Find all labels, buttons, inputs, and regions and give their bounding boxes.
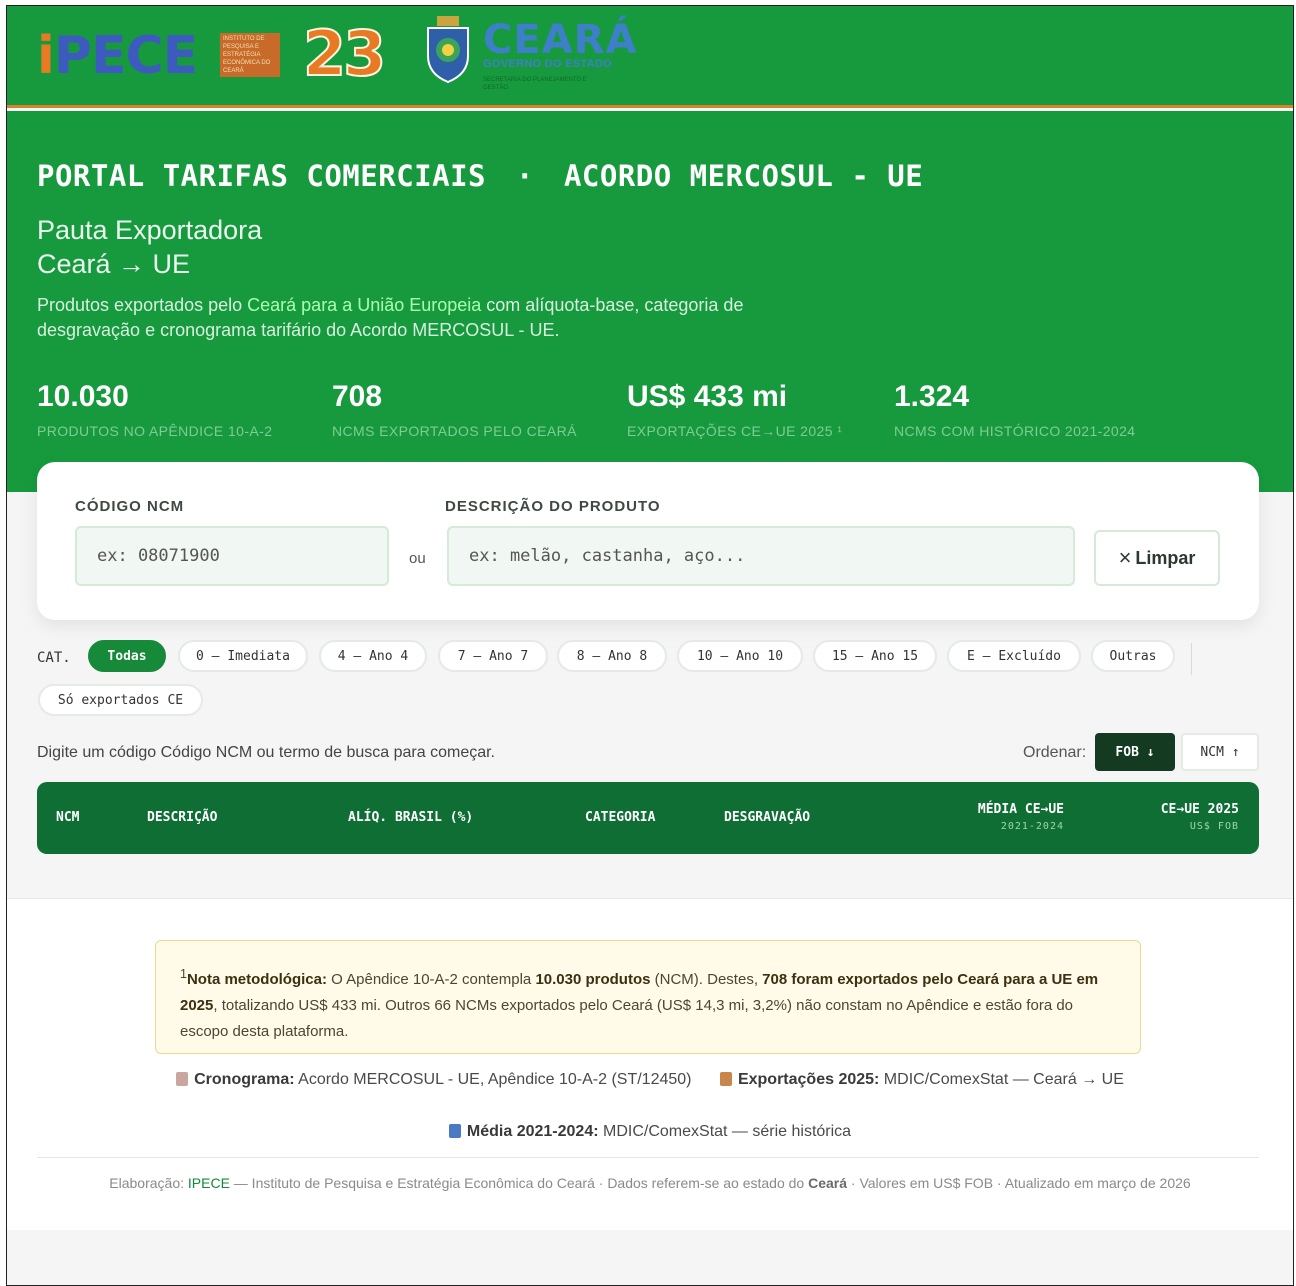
chip-ano-4[interactable]: 4 – Ano 4 — [319, 640, 427, 672]
description-label: DESCRIÇÃO DO PRODUTO — [445, 498, 661, 515]
col-aliquota[interactable]: ALÍQ. BRASIL (%) — [348, 810, 473, 825]
note-text: , totalizando US$ 433 mi. Outros 66 NCMs… — [180, 997, 1074, 1040]
source-text: MDIC/ComexStat — série histórica — [598, 1123, 852, 1140]
category-label: CAT. — [37, 650, 71, 666]
stat-ncms-exportados: 708 NCMS EXPORTADOS PELO CEARÁ — [332, 379, 577, 439]
source-title: Cronograma: — [194, 1071, 295, 1088]
or-label: ou — [409, 550, 426, 567]
col-media-label: MÉDIA CE→UE — [977, 802, 1064, 817]
desc-part-1: Produtos exportados pelo — [37, 295, 248, 315]
header-bar: iPECE INSTITUTO DE PESQUISA E ESTRATÉGIA… — [7, 6, 1293, 108]
page: iPECE INSTITUTO DE PESQUISA E ESTRATÉGIA… — [6, 5, 1294, 1286]
col-media[interactable]: MÉDIA CE→UE 2021-2024 — [978, 802, 1064, 832]
subtitle-pauta: Pauta Exportadora — [37, 215, 263, 245]
chip-divider — [1191, 643, 1192, 675]
clear-label: Limpar — [1135, 547, 1196, 568]
stat-value: US$ 433 mi — [627, 380, 788, 413]
stat-value: 708 — [332, 380, 383, 413]
ipece-logo[interactable]: iPECE — [37, 26, 198, 86]
sources-row: Cronograma: Acordo MERCOSUL - UE, Apêndi… — [7, 1071, 1293, 1089]
order-ncm-button[interactable]: NCM ↑ — [1181, 733, 1259, 771]
credits-ceara: Ceará — [808, 1175, 848, 1191]
note-text: (NCM). Destes, — [650, 971, 763, 988]
chip-todas[interactable]: Todas — [88, 640, 166, 672]
search-card: CÓDIGO NCM ex: 08071900 ou DESCRIÇÃO DO … — [37, 462, 1259, 620]
chip-ano-10[interactable]: 10 – Ano 10 — [677, 640, 803, 672]
order-fob-button[interactable]: FOB ↓ — [1095, 733, 1175, 771]
chip-imediata[interactable]: 0 – Imediata — [178, 640, 308, 672]
order-label: Ordenar: — [1023, 744, 1087, 761]
source-title: Média 2021-2024: — [466, 1123, 599, 1140]
secretaria-text: SECRETARIA DO PLANEJAMENTO E GESTÃO — [483, 77, 587, 91]
chip-exported-only[interactable]: Só exportados CE — [38, 684, 203, 716]
credits-text: · Valores em US$ FOB · Atualizado em mar… — [847, 1175, 1191, 1191]
stat-exportacoes: US$ 433 mi EXPORTAÇÕES CE→UE 2025 ¹ — [627, 379, 842, 439]
note-text: O Apêndice 10-A-2 contempla — [326, 971, 536, 988]
stat-produtos: 10.030 PRODUTOS NO APÊNDICE 10-A-2 — [37, 379, 272, 439]
page-title: PORTAL TARIFAS COMERCIAIS · ACORDO MERCOSU… — [37, 159, 923, 193]
stat-label: EXPORTAÇÕES CE→UE 2025 ¹ — [627, 423, 843, 439]
title-separator: · — [516, 159, 534, 193]
ceara-logo-text: CEARÁ — [483, 17, 638, 63]
ipece-logo-subtitle: INSTITUTO DE PESQUISA E ESTRATÉGIA ECONÔ… — [220, 33, 280, 77]
source-exportacoes: Exportações 2025: MDIC/ComexStat — Ceará… — [719, 1071, 1124, 1089]
col-ncm[interactable]: NCM — [56, 810, 79, 825]
bar-chart-icon — [448, 1124, 461, 1138]
stat-label: PRODUTOS NO APÊNDICE 10-A-2 — [37, 423, 273, 439]
source-text: MDIC/ComexStat — Ceará → UE — [879, 1071, 1124, 1088]
col-ceue-label: CE→UE 2025 — [1160, 802, 1239, 817]
chip-excluido[interactable]: E – Excluído — [947, 640, 1081, 672]
ncm-label: CÓDIGO NCM — [75, 498, 185, 515]
package-icon — [719, 1072, 732, 1086]
col-descricao[interactable]: DESCRIÇÃO — [147, 810, 217, 825]
stat-value: 10.030 — [37, 380, 129, 413]
chip-ano-8[interactable]: 8 – Ano 8 — [557, 640, 667, 672]
search-hint: Digite um código Código NCM ou termo de … — [37, 744, 495, 761]
stat-label: NCMS EXPORTADOS PELO CEARÁ — [332, 423, 577, 439]
title-left: PORTAL TARIFAS COMERCIAIS — [37, 159, 486, 193]
chip-outras[interactable]: Outras — [1091, 640, 1175, 672]
col-ceue-sub: US$ FOB — [1189, 821, 1239, 832]
col-desgravacao[interactable]: DESGRAVAÇÃO — [724, 810, 810, 825]
source-title: Exportações 2025: — [737, 1071, 880, 1088]
source-media: Média 2021-2024: MDIC/ComexStat — série … — [7, 1123, 1293, 1141]
clear-button[interactable]: × Limpar — [1094, 530, 1220, 586]
description-input[interactable]: ex: melão, castanha, aço... — [447, 526, 1075, 586]
methodology-note: 1Nota metodológica: O Apêndice 10-A-2 co… — [155, 940, 1141, 1054]
chip-ano-7[interactable]: 7 – Ano 7 — [438, 640, 548, 672]
note-bold: 10.030 produtos — [535, 971, 651, 988]
chip-ano-15[interactable]: 15 – Ano 15 — [813, 640, 937, 672]
stat-value: 1.324 — [894, 380, 970, 413]
clipboard-icon — [176, 1072, 189, 1086]
footer-divider — [37, 1157, 1259, 1158]
source-text: Acordo MERCOSUL - UE, Apêndice 10-A-2 (S… — [294, 1071, 692, 1088]
col-categoria[interactable]: CATEGORIA — [585, 810, 655, 825]
col-ce-ue-2025[interactable]: CE→UE 2025 US$ FOB — [1161, 802, 1239, 832]
hero-description: Produtos exportados pelo Ceará para a Un… — [37, 293, 757, 343]
stat-label: NCMS COM HISTÓRICO 2021-2024 — [894, 423, 1136, 439]
credits-ipece[interactable]: IPECE — [188, 1175, 230, 1191]
credits: Elaboração: IPECE — Instituto de Pesquis… — [7, 1175, 1293, 1191]
note-sup: 1 — [180, 967, 187, 981]
ncm-input[interactable]: ex: 08071900 — [75, 526, 389, 586]
source-cronograma: Cronograma: Acordo MERCOSUL - UE, Apêndi… — [176, 1071, 692, 1089]
credits-prefix: Elaboração: — [109, 1175, 188, 1191]
ceara-seal-icon — [427, 16, 469, 84]
desc-highlight: Ceará para a União Europeia — [247, 295, 482, 315]
close-icon: × — [1118, 545, 1132, 570]
subtitle-route: Ceará → UE — [37, 249, 191, 279]
results-table-header: NCM DESCRIÇÃO ALÍQ. BRASIL (%) CATEGORIA… — [37, 782, 1259, 854]
ceara-gov-text: GOVERNO DO ESTADO — [483, 58, 612, 70]
stat-historico: 1.324 NCMS COM HISTÓRICO 2021-2024 — [894, 379, 1135, 439]
note-title: Nota metodológica: — [186, 971, 327, 988]
anniversary-logo: 23 — [302, 16, 387, 91]
title-right: ACORDO MERCOSUL - UE — [563, 159, 924, 193]
footer: 1Nota metodológica: O Apêndice 10-A-2 co… — [7, 898, 1293, 1230]
col-media-sub: 2021-2024 — [1000, 821, 1064, 832]
hero: PORTAL TARIFAS COMERCIAIS · ACORDO MERCOSU… — [7, 111, 1293, 492]
credits-text: — Instituto de Pesquisa e Estratégia Eco… — [229, 1175, 809, 1191]
